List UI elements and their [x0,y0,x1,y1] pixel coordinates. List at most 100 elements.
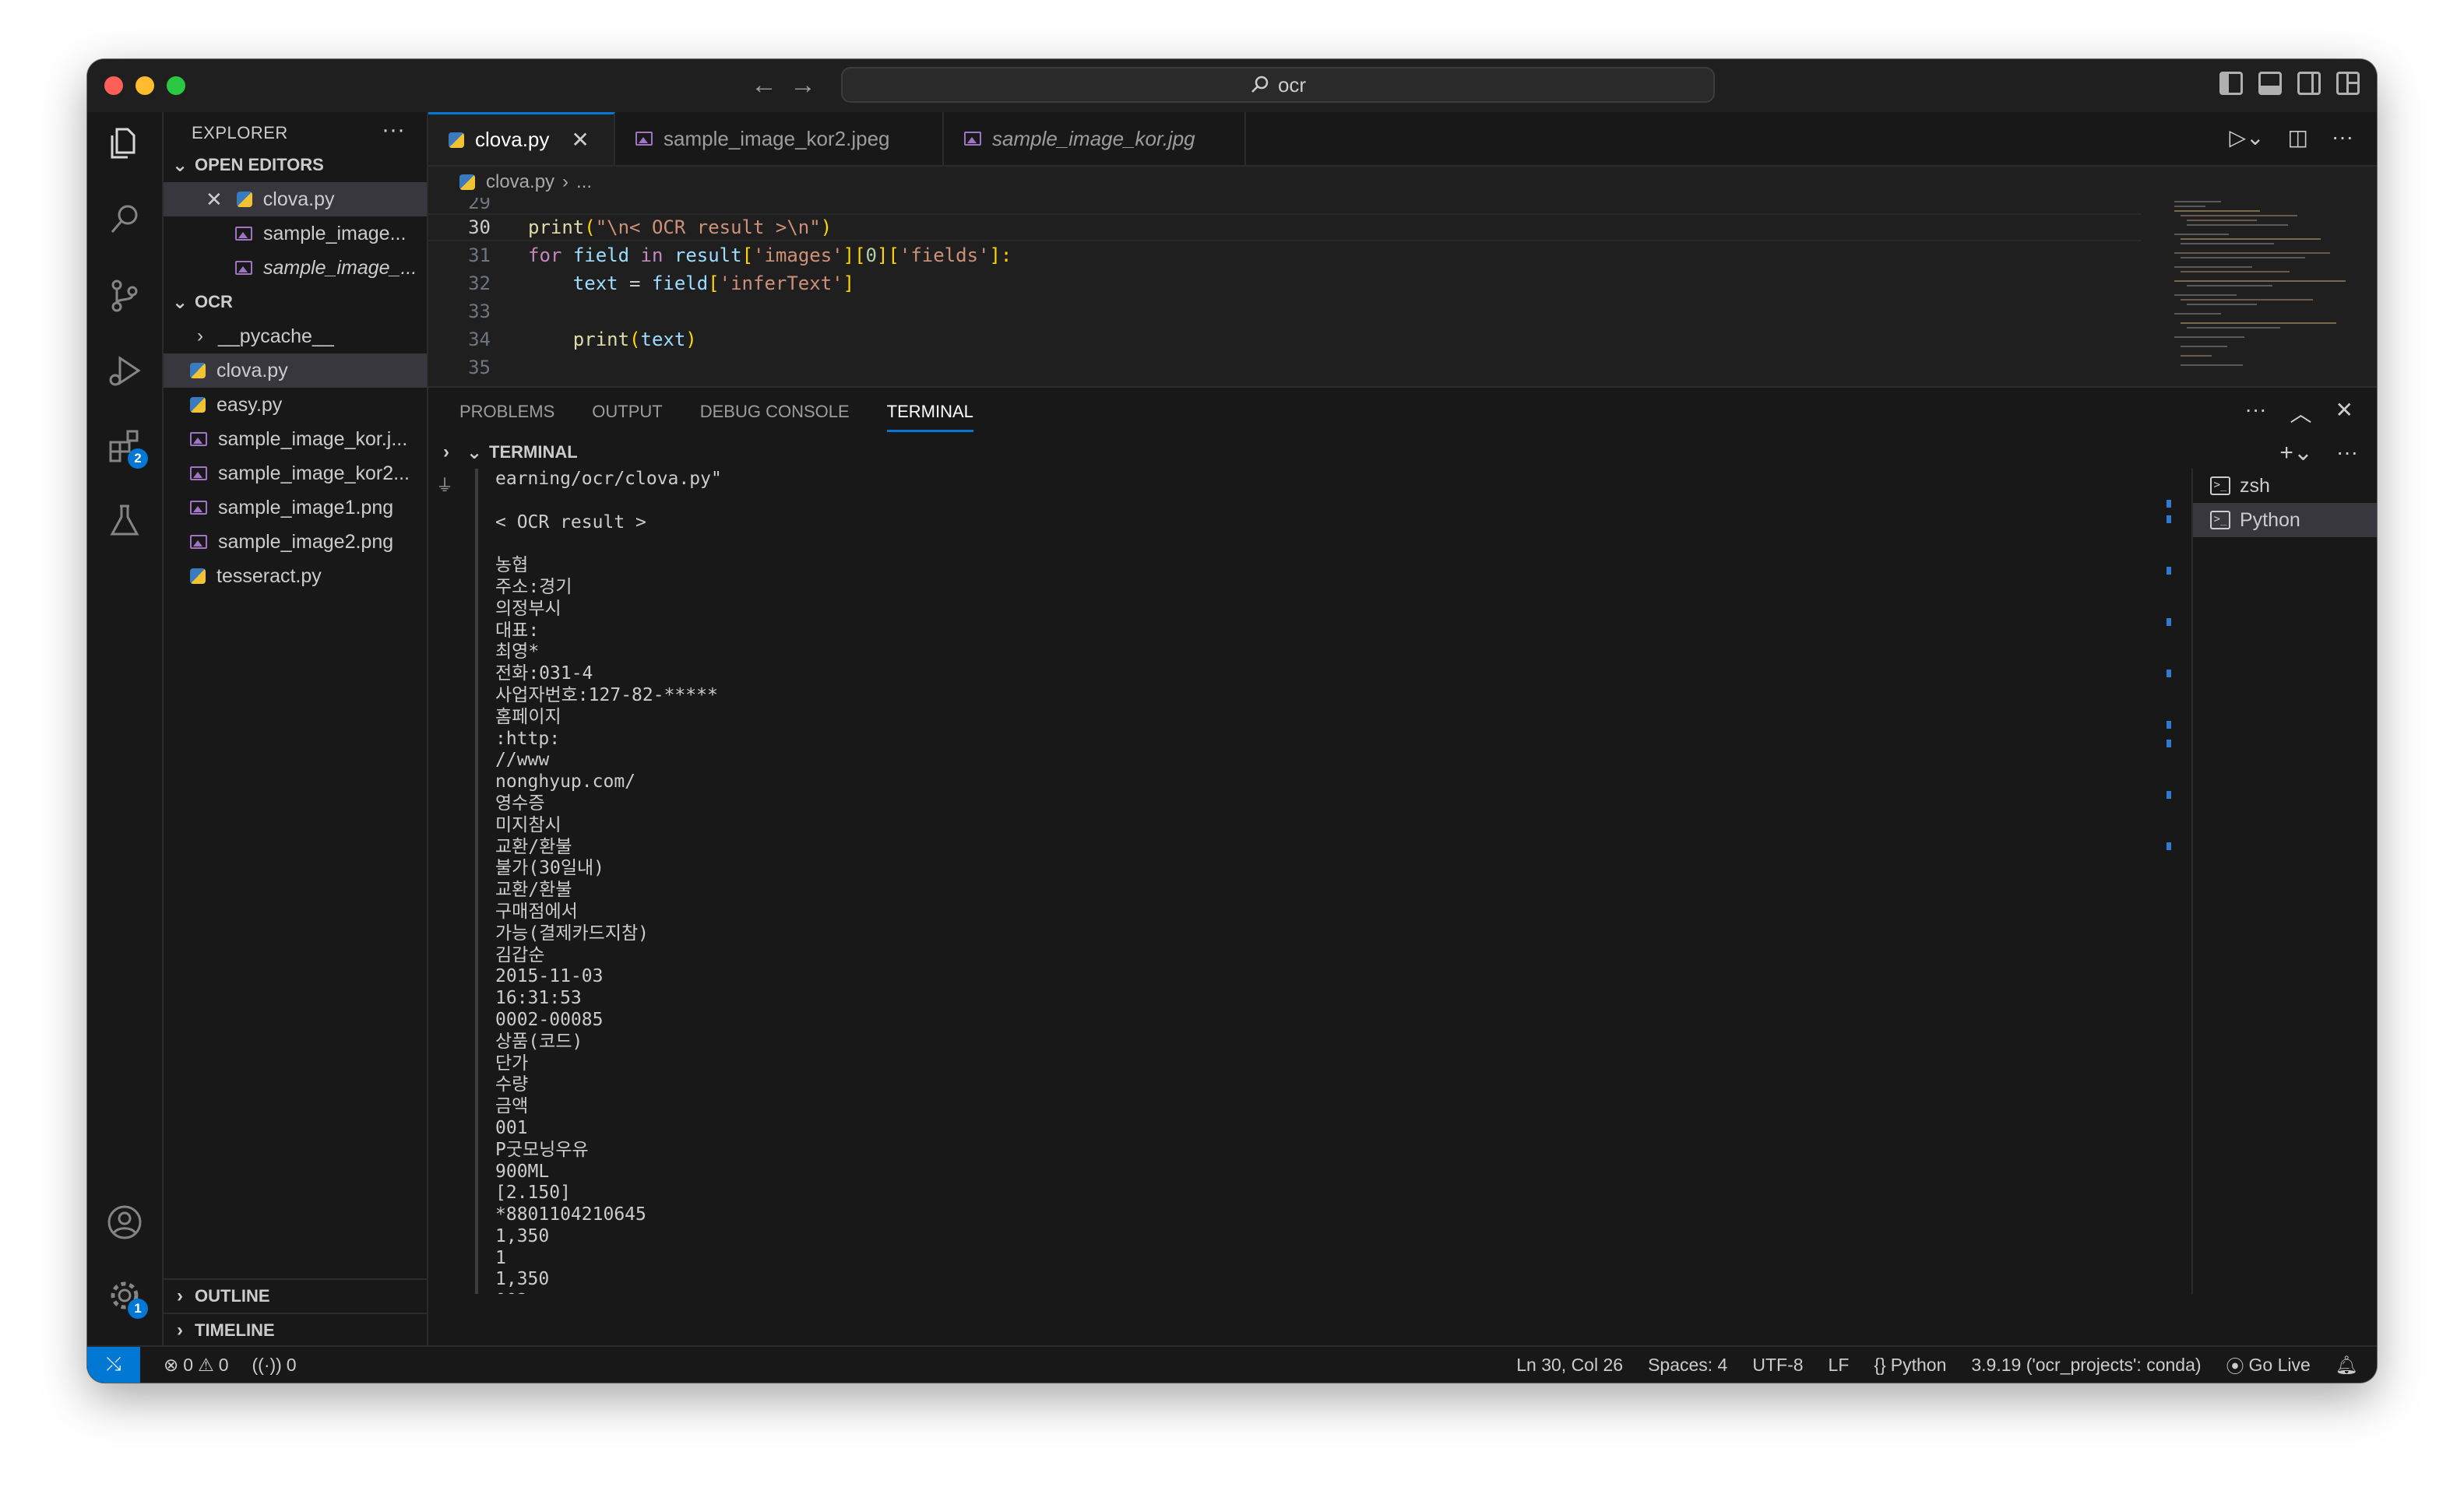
tab-sample-image-kor2[interactable]: sample_image_kor2.jpeg [615,112,944,165]
terminal-output[interactable]: earning/ocr/clova.py" < OCR result > 농협 주소:… [475,469,2152,1294]
eol-status[interactable]: LF [1829,1355,1850,1376]
file-tree-item[interactable]: clova.py [164,353,427,388]
remote-indicator[interactable]: ⤯ [87,1347,140,1383]
indentation-status[interactable]: Spaces: 4 [1648,1355,1727,1376]
encoding-status[interactable]: UTF-8 [1752,1355,1803,1376]
file-tree-item[interactable]: tesseract.py [164,559,427,593]
python-file-icon [190,363,206,378]
ports-status[interactable]: ((·)) 0 [252,1355,297,1376]
terminal-line: 900ML [495,1161,550,1182]
line-number: 34 [468,329,491,350]
terminal-line: 미지참시 [495,814,561,835]
broadcast-icon: ((·)) [252,1354,282,1375]
back-arrow-icon[interactable]: ← [751,70,777,100]
code-token: 'fields' [899,244,990,266]
manage-activity[interactable]: 1 [104,1275,148,1319]
cursor-position[interactable]: Ln 30, Col 26 [1516,1355,1623,1376]
close-icon[interactable]: ✕ [206,188,223,212]
image-file-icon [235,227,252,241]
tab-terminal[interactable]: TERMINAL [886,402,973,432]
code-token: ( [584,216,596,238]
accounts-activity[interactable] [104,1202,145,1243]
go-live-button[interactable]: ⦿ Go Live [2226,1352,2311,1378]
terminal-line: 김갑순 [495,944,545,965]
code-token: print [528,216,585,238]
explorer-activity[interactable] [104,123,145,163]
tab-problems[interactable]: PROBLEMS [459,402,554,422]
toggle-panel-icon[interactable] [2258,72,2282,95]
toggle-primary-sidebar-icon[interactable] [2219,72,2243,95]
file-tree-item[interactable]: sample_image_kor2... [164,456,427,490]
image-file-icon [190,466,207,480]
timeline-section-header[interactable]: › TIMELINE [164,1313,427,1347]
chevron-right-icon: › [177,1285,183,1306]
ports-count: 0 [286,1354,297,1375]
bell-icon[interactable]: 🔔︎ [2336,1355,2358,1376]
explorer-sidebar: EXPLORER ··· ⌄ OPEN EDITORS ✕ clova.py s… [164,112,428,1347]
terminal-item-python[interactable]: >_ Python [2193,503,2377,537]
toggle-secondary-sidebar-icon[interactable] [2297,72,2321,95]
tab-output[interactable]: OUTPUT [592,402,662,422]
terminal-item-zsh[interactable]: >_ zsh [2193,469,2377,503]
account-icon [107,1205,142,1239]
code-line: 34 print(text) [428,325,697,353]
file-tree-item[interactable]: › __pycache__ [164,319,427,353]
close-panel-icon[interactable]: ✕ [2336,397,2353,428]
file-tree-item[interactable]: sample_image_kor.j... [164,422,427,456]
panel-more-icon[interactable]: ··· [2245,397,2267,428]
command-center-text: ocr [1277,72,1307,97]
file-tree-label: sample_image_kor2... [218,462,410,484]
open-editor-item[interactable]: sample_image... [164,216,427,251]
minimize-window-button[interactable] [136,76,154,95]
customize-layout-icon[interactable] [2336,72,2360,95]
terminal-plug-icon: ⏚ [436,476,454,495]
file-tree-item[interactable]: sample_image2.png [164,525,427,559]
split-editor-icon[interactable]: ◫ [2288,125,2308,150]
problems-status[interactable]: ⊗ 0 ⚠ 0 [164,1355,229,1376]
maximize-panel-icon[interactable]: ︿ [2290,397,2312,428]
image-file-icon [190,432,207,446]
file-tree-label: clova.py [216,359,288,381]
outline-section-header[interactable]: › OUTLINE [164,1278,427,1313]
open-editor-item[interactable]: sample_image_... [164,251,427,285]
search-activity[interactable] [104,199,145,240]
forward-arrow-icon[interactable]: → [790,70,816,100]
python-interpreter[interactable]: 3.9.19 ('ocr_projects': conda) [1971,1355,2201,1376]
tab-debug-console[interactable]: DEBUG CONSOLE [700,402,850,422]
code-token: 0 [865,244,877,266]
folder-header-ocr[interactable]: ⌄ OCR [164,285,427,319]
title-bar: ← → ocr [87,59,2377,114]
file-tree-item[interactable]: sample_image1.png [164,490,427,525]
testing-activity[interactable] [104,500,145,540]
close-tab-icon[interactable]: ✕ [571,127,589,153]
terminal-section-header[interactable]: › ⌄ TERMINAL +⌄ ··· [428,436,2377,469]
source-control-activity[interactable] [104,276,145,316]
open-editor-item[interactable]: ✕ clova.py [164,182,427,216]
status-right: Ln 30, Col 26 Spaces: 4 UTF-8 LF {} Pyth… [1516,1347,2358,1383]
maximize-window-button[interactable] [167,76,185,95]
more-actions-icon[interactable]: ··· [2332,125,2353,150]
new-terminal-icon[interactable]: +⌄ [2279,439,2313,466]
terminal-more-icon[interactable]: ··· [2336,440,2358,465]
tab-clova-py[interactable]: clova.py ✕ [428,112,615,165]
open-editors-header[interactable]: ⌄ OPEN EDITORS [164,148,427,182]
language-mode[interactable]: {} Python [1874,1355,1946,1376]
tab-label: clova.py [475,128,550,151]
file-tree-item[interactable]: easy.py [164,388,427,422]
close-window-button[interactable] [104,76,123,95]
code-token: print [572,329,630,350]
command-center-search[interactable]: ocr [841,67,1715,103]
run-file-icon[interactable]: ▷⌄ [2230,125,2265,150]
minimap[interactable] [2174,198,2353,386]
sidebar-more-actions[interactable]: ··· [382,117,405,143]
extensions-activity[interactable]: 2 [104,425,148,469]
file-tree-label: tesseract.py [216,564,322,587]
terminal-line: 전화:031-4 [495,663,593,684]
code-editor[interactable]: 29 30 print("\n< OCR result >\n") 31 for… [428,198,2377,386]
terminal-line: 1,350 [495,1269,550,1290]
terminal-line: 단가 [495,1053,529,1074]
breadcrumb-symbol[interactable]: ... [576,171,592,193]
tab-sample-image-kor[interactable]: sample_image_kor.jpg [944,112,1246,165]
breadcrumb-file[interactable]: clova.py [486,171,554,193]
run-debug-activity[interactable] [104,350,145,391]
